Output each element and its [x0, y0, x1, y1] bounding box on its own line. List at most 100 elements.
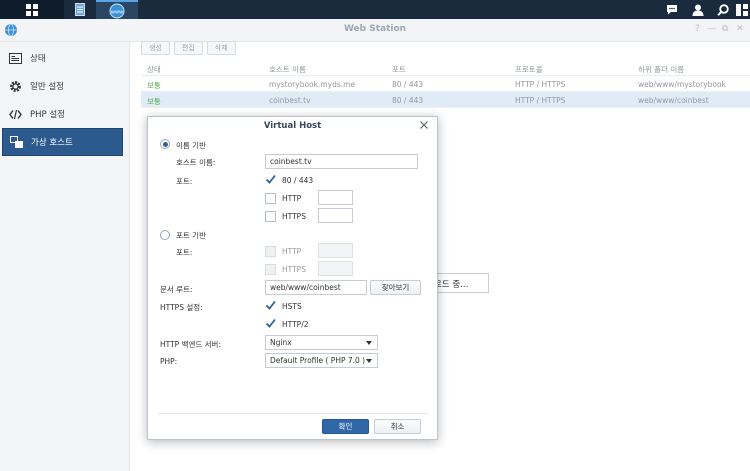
table-row[interactable]: 보통 mystorybook.myds.me 80 / 443 HTTP / H…	[141, 76, 750, 92]
file-doc-icon	[75, 3, 85, 16]
sidebar-item-status[interactable]: 상태	[2, 44, 123, 72]
help-button[interactable]: ?	[695, 24, 700, 34]
cancel-button[interactable]: 취소	[374, 419, 421, 434]
close-window-button[interactable]: ✕	[736, 24, 744, 34]
port-based-https-checkbox[interactable]	[265, 264, 276, 275]
backend-label: HTTP 백엔드 서버:	[160, 340, 221, 349]
hostname-input[interactable]: coinbest.tv	[265, 154, 418, 169]
sidebar-item-virtual-host[interactable]: 가상 호스트	[2, 128, 123, 156]
https-port-label: HTTPS	[282, 212, 306, 221]
create-button[interactable]: 생성	[141, 41, 170, 55]
backend-select[interactable]: Nginx	[265, 335, 378, 350]
user-icon	[692, 4, 704, 16]
chat-button[interactable]	[660, 0, 684, 19]
minimize-button[interactable]: —	[707, 24, 716, 34]
hsts-checkbox[interactable]	[265, 300, 276, 311]
port-based-https-label: HTTPS	[282, 265, 306, 274]
widgets-icon	[736, 3, 748, 16]
https-port-input[interactable]	[318, 208, 353, 223]
toolbar: 생성 편집 삭제	[141, 41, 236, 55]
backend-value: Nginx	[270, 338, 292, 347]
doc-root-input[interactable]: web/www/coinbest	[265, 280, 367, 295]
row-status: 보통	[147, 97, 161, 106]
column-header-hostname[interactable]: 호스트 이름	[269, 64, 306, 75]
port-based-port-label: 포트:	[176, 248, 193, 257]
row-subfolder: web/www/mystorybook	[638, 80, 726, 89]
sidebar-item-php-settings[interactable]: PHP 설정	[2, 100, 123, 128]
row-port: 80 / 443	[392, 96, 424, 105]
row-hostname: coinbest.tv	[269, 96, 311, 105]
column-header-protocol[interactable]: 프로토콜	[515, 64, 543, 75]
port-label: 포트:	[176, 177, 193, 186]
code-icon	[8, 107, 22, 121]
dialog-divider	[158, 413, 428, 414]
port-based-https-input[interactable]	[318, 261, 353, 276]
port-based-label: 포트 기반	[176, 231, 206, 240]
main-menu-button[interactable]	[0, 0, 64, 19]
column-header-subfolder[interactable]: 하위 폴더 이름	[638, 64, 684, 75]
column-header-port[interactable]: 포트	[392, 64, 406, 75]
name-based-radio[interactable]	[160, 139, 170, 149]
php-label: PHP:	[160, 357, 178, 366]
row-port: 80 / 443	[392, 80, 424, 89]
http-port-checkbox[interactable]	[265, 193, 276, 204]
php-select[interactable]: Default Profile ( PHP 7.0 )	[265, 353, 378, 368]
web-station-taskbar-button[interactable]: www	[96, 0, 138, 19]
port-default-label: 80 / 443	[282, 176, 314, 185]
virtual-host-table: 상태 호스트 이름 포트 프로토콜 하위 폴더 이름 보통 mystoryboo…	[141, 60, 750, 108]
window-title: Web Station	[343, 24, 407, 34]
name-based-label: 이름 기반	[176, 141, 206, 150]
user-button[interactable]	[686, 0, 710, 19]
http-port-input[interactable]	[318, 190, 353, 205]
sidebar-item-label: 일반 설정	[30, 82, 64, 92]
sidebar: 상태 일반 설정 PHP 설정 가상 호스트	[0, 42, 130, 471]
gear-icon	[8, 79, 22, 93]
doc-root-label: 문서 루트:	[160, 285, 193, 294]
status-icon	[8, 51, 22, 65]
dialog-title: Virtual Host	[263, 121, 322, 131]
hostname-label: 호스트 이름:	[176, 158, 216, 167]
port-based-radio[interactable]	[160, 230, 170, 240]
table-row[interactable]: 보통 coinbest.tv 80 / 443 HTTP / HTTPS web…	[141, 92, 750, 108]
row-protocol: HTTP / HTTPS	[515, 96, 566, 105]
chat-icon	[667, 5, 677, 15]
sidebar-item-general-settings[interactable]: 일반 설정	[2, 72, 123, 100]
window-titlebar: Web Station ? — ⧉ ✕	[0, 19, 750, 42]
web-station-icon: www	[109, 3, 125, 18]
port-based-http-input[interactable]	[318, 243, 353, 258]
edit-button[interactable]: 편집	[173, 41, 203, 55]
row-status: 보통	[147, 81, 161, 90]
row-subfolder: web/www/coinbest	[638, 96, 709, 105]
main-menu-icon	[26, 3, 38, 16]
http2-label: HTTP/2	[282, 320, 309, 329]
sidebar-item-label: 가상 호스트	[31, 138, 73, 148]
chevron-down-icon	[366, 341, 372, 345]
https-settings-label: HTTPS 설정:	[160, 303, 203, 312]
port-default-checkbox[interactable]	[265, 174, 276, 185]
browse-button[interactable]: 찾아보기	[370, 280, 421, 295]
http2-checkbox[interactable]	[265, 318, 276, 329]
row-hostname: mystorybook.myds.me	[269, 80, 356, 89]
search-button[interactable]	[711, 0, 735, 19]
php-value: Default Profile ( PHP 7.0 )	[270, 356, 366, 365]
virtual-host-dialog: Virtual Host 이름 기반 호스트 이름: coinbest.tv 포…	[147, 116, 438, 440]
column-header-status[interactable]: 상태	[147, 64, 161, 75]
sidebar-item-label: 상태	[30, 54, 46, 64]
table-header-row: 상태 호스트 이름 포트 프로토콜 하위 폴더 이름	[141, 60, 750, 76]
www-label: www	[111, 9, 123, 15]
ok-button[interactable]: 확인	[322, 419, 369, 434]
row-protocol: HTTP / HTTPS	[515, 80, 566, 89]
delete-button[interactable]: 삭제	[206, 41, 236, 55]
virtual-host-icon	[9, 135, 23, 149]
taskbar: www	[0, 0, 750, 19]
maximize-button[interactable]: ⧉	[722, 24, 728, 34]
file-station-button[interactable]	[64, 0, 96, 19]
close-icon[interactable]	[419, 120, 429, 130]
http-port-label: HTTP	[282, 194, 302, 203]
chevron-down-icon	[366, 359, 372, 363]
https-port-checkbox[interactable]	[265, 211, 276, 222]
widgets-button[interactable]	[734, 0, 750, 19]
port-based-http-checkbox[interactable]	[265, 246, 276, 257]
sidebar-item-label: PHP 설정	[30, 110, 65, 120]
port-based-http-label: HTTP	[282, 247, 302, 256]
